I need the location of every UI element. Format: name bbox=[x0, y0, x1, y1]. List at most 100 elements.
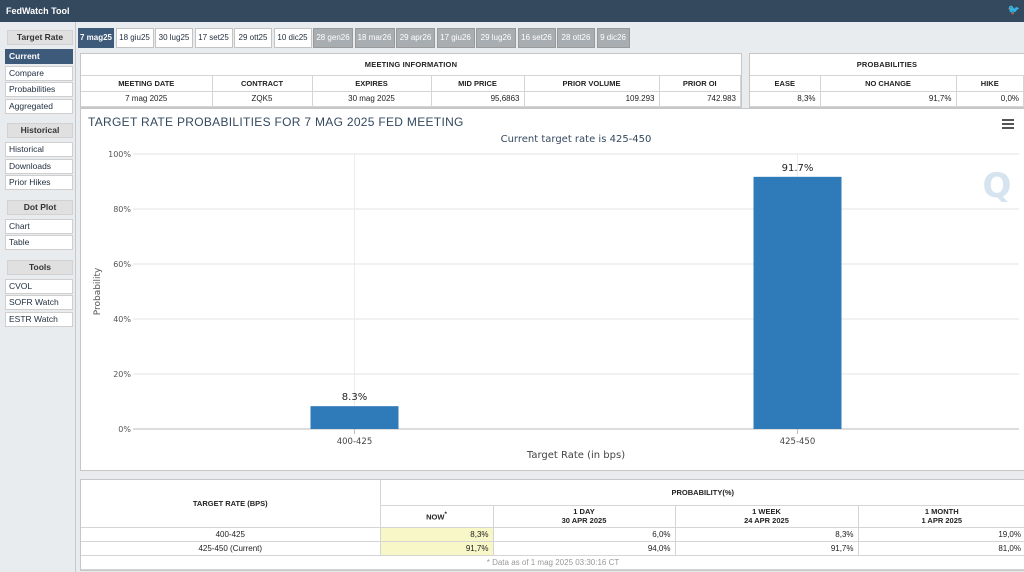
header-ease: EASE bbox=[750, 76, 821, 92]
y-tick-label: 40% bbox=[113, 315, 131, 324]
data-timestamp-note: * Data as of 1 mag 2025 03:30:16 CT bbox=[81, 555, 1024, 570]
app-body: Target Rate Current Compare Probabilities Ag… bbox=[0, 22, 1024, 572]
sidebar-section-header: Historical bbox=[7, 123, 73, 138]
col-1month-label: 1 MONTH bbox=[924, 507, 959, 516]
probabilities-table: EASE NO CHANGE HIKE 8,3% 91,7% 0,0% bbox=[750, 76, 1024, 107]
twitter-icon[interactable]: 🐦 bbox=[1008, 5, 1020, 16]
row-rate: 400-425 bbox=[81, 527, 381, 542]
col-now-label: NOW bbox=[426, 512, 445, 522]
q-logo-watermark: Q bbox=[983, 166, 1012, 206]
chart-title: TARGET RATE PROBABILITIES FOR 7 MAG 2025… bbox=[88, 115, 464, 129]
sidebar-item-current[interactable]: Current bbox=[5, 49, 73, 64]
col-1day-header: 1 DAY 30 APR 2025 bbox=[493, 505, 676, 528]
probabilities-title: PROBABILITIES bbox=[750, 54, 1024, 76]
x-tick-label: 425-450 bbox=[780, 437, 816, 447]
sidebar-item-cvol[interactable]: CVOL bbox=[5, 278, 73, 294]
col-1week-date: 24 APR 2025 bbox=[744, 516, 789, 525]
tab-meeting-7-mag25[interactable]: 7 mag25 bbox=[78, 28, 114, 48]
header-no-change: NO CHANGE bbox=[820, 76, 957, 92]
col-1month-header: 1 MONTH 1 APR 2025 bbox=[858, 505, 1024, 528]
hamburger-menu-icon[interactable] bbox=[1002, 119, 1014, 129]
sidebar-section-header: Tools bbox=[7, 259, 73, 275]
row-1month-value: 81,0% bbox=[858, 541, 1024, 556]
sidebar-section-header: Target Rate bbox=[7, 30, 73, 45]
x-axis-title: Target Rate (in bps) bbox=[526, 450, 625, 461]
sidebar-item-downloads[interactable]: Downloads bbox=[5, 158, 73, 174]
tab-meeting-28-ott26[interactable]: 28 ott26 bbox=[557, 28, 595, 48]
tab-meeting-16-set26[interactable]: 16 set26 bbox=[517, 28, 556, 48]
value-mid-price: 95,6863 bbox=[431, 91, 525, 107]
row-1day-value: 6,0% bbox=[493, 527, 676, 542]
row-1month-value: 19,0% bbox=[858, 527, 1024, 542]
tab-meeting-29-lug26[interactable]: 29 lug26 bbox=[476, 28, 516, 48]
sidebar-item-estr-watch[interactable]: ESTR Watch bbox=[5, 311, 73, 327]
tab-meeting-10-dic25[interactable]: 10 dic25 bbox=[273, 28, 312, 48]
sidebar-item-sofr-watch[interactable]: SOFR Watch bbox=[5, 295, 73, 310]
col-1day-label: 1 DAY bbox=[573, 507, 595, 516]
header-prior-oi: PRIOR OI bbox=[659, 76, 741, 92]
x-tick-label: 400-425 bbox=[337, 437, 373, 447]
header-contract: CONTRACT bbox=[212, 76, 313, 92]
meeting-information-table: MEETING DATE CONTRACT EXPIRES MID PRICE … bbox=[81, 76, 741, 107]
col-now-header: NOW* bbox=[380, 505, 494, 528]
row-rate: 425-450 (Current) bbox=[81, 541, 381, 556]
row-1week-value: 91,7% bbox=[675, 541, 859, 556]
tab-meeting-17-set25[interactable]: 17 set25 bbox=[194, 28, 233, 48]
value-expires: 30 mag 2025 bbox=[312, 91, 432, 107]
probability-chart: Current target rate is 425-450 0% 20% 40% 60… bbox=[93, 134, 1019, 461]
sidebar-item-table[interactable]: Table bbox=[5, 235, 73, 250]
y-tick-label: 20% bbox=[113, 370, 131, 379]
tab-meeting-30-lug25[interactable]: 30 lug25 bbox=[155, 28, 193, 48]
y-tick-label: 80% bbox=[113, 205, 131, 214]
probabilities-panel: PROBABILITIES EASE NO CHANGE HIKE 8,3% 9… bbox=[749, 53, 1024, 108]
tab-meeting-9-dic26[interactable]: 9 dic26 bbox=[596, 28, 630, 48]
col-1month-date: 1 APR 2025 bbox=[921, 516, 963, 525]
y-tick-label: 0% bbox=[118, 425, 131, 434]
bar-425-450 bbox=[753, 176, 842, 429]
value-no-change: 91,7% bbox=[820, 91, 957, 107]
data-label: 91.7% bbox=[782, 163, 814, 174]
title-bar: FedWatch Tool 🐦 bbox=[0, 0, 1024, 22]
value-ease: 8,3% bbox=[750, 91, 821, 107]
sidebar-item-aggregated[interactable]: Aggregated bbox=[5, 98, 73, 114]
header-meeting-date: MEETING DATE bbox=[81, 76, 213, 92]
tab-meeting-18-giu25[interactable]: 18 giu25 bbox=[115, 28, 154, 48]
tab-meeting-28-gen26[interactable]: 28 gen26 bbox=[313, 28, 353, 48]
col-1week-header: 1 WEEK 24 APR 2025 bbox=[675, 505, 859, 528]
probability-table-panel: TARGET RATE (BPS) PROBABILITY(%) NOW* 1 … bbox=[80, 479, 1024, 571]
sidebar-item-probabilities[interactable]: Probabilities bbox=[5, 82, 73, 97]
row-now-value: 91,7% bbox=[380, 541, 494, 556]
chart-panel: Current target rate is 425-450 0% 20% 40% 60… bbox=[80, 108, 1024, 471]
sidebar-item-prior-hikes[interactable]: Prior Hikes bbox=[5, 175, 73, 190]
sidebar-item-chart[interactable]: Chart bbox=[5, 218, 73, 234]
value-prior-volume: 109.293 bbox=[524, 91, 660, 107]
y-tick-label: 100% bbox=[108, 150, 131, 159]
table-row: 400-425 8,3% 6,0% 8,3% 19,0% bbox=[81, 527, 1024, 542]
tab-meeting-17-giu26[interactable]: 17 giu26 bbox=[436, 28, 475, 48]
header-hike: HIKE bbox=[956, 76, 1024, 92]
header-mid-price: MID PRICE bbox=[431, 76, 525, 92]
meeting-information-title: MEETING INFORMATION bbox=[81, 54, 741, 76]
value-hike: 0,0% bbox=[956, 91, 1024, 107]
y-axis-title: Probability bbox=[93, 267, 103, 315]
col-now-marker: * bbox=[444, 510, 447, 518]
header-prior-volume: PRIOR VOLUME bbox=[524, 76, 660, 92]
tab-meeting-29-ott25[interactable]: 29 ott25 bbox=[234, 28, 272, 48]
probability-table: TARGET RATE (BPS) PROBABILITY(%) NOW* 1 … bbox=[81, 480, 1024, 570]
probability-header: PROBABILITY(%) bbox=[380, 480, 1024, 506]
table-row: 425-450 (Current) 91,7% 94,0% 91,7% 81,0… bbox=[81, 541, 1024, 556]
sidebar-item-compare[interactable]: Compare bbox=[5, 65, 73, 81]
app-title: FedWatch Tool bbox=[6, 6, 70, 16]
data-label: 8.3% bbox=[342, 392, 367, 403]
row-1week-value: 8,3% bbox=[675, 527, 859, 542]
row-now-value: 8,3% bbox=[380, 527, 494, 542]
tab-meeting-29-apr26[interactable]: 29 apr26 bbox=[396, 28, 435, 48]
meeting-information-panel: MEETING INFORMATION MEETING DATE CONTRAC… bbox=[80, 53, 742, 108]
bar-400-425 bbox=[310, 406, 399, 429]
sidebar-section-header: Dot Plot bbox=[7, 199, 73, 215]
sidebar-item-historical[interactable]: Historical bbox=[5, 142, 73, 157]
chart-subtitle: Current target rate is 425-450 bbox=[501, 134, 652, 145]
value-meeting-date: 7 mag 2025 bbox=[81, 91, 213, 107]
value-prior-oi: 742.983 bbox=[659, 91, 741, 107]
tab-meeting-18-mar26[interactable]: 18 mar26 bbox=[354, 28, 395, 48]
